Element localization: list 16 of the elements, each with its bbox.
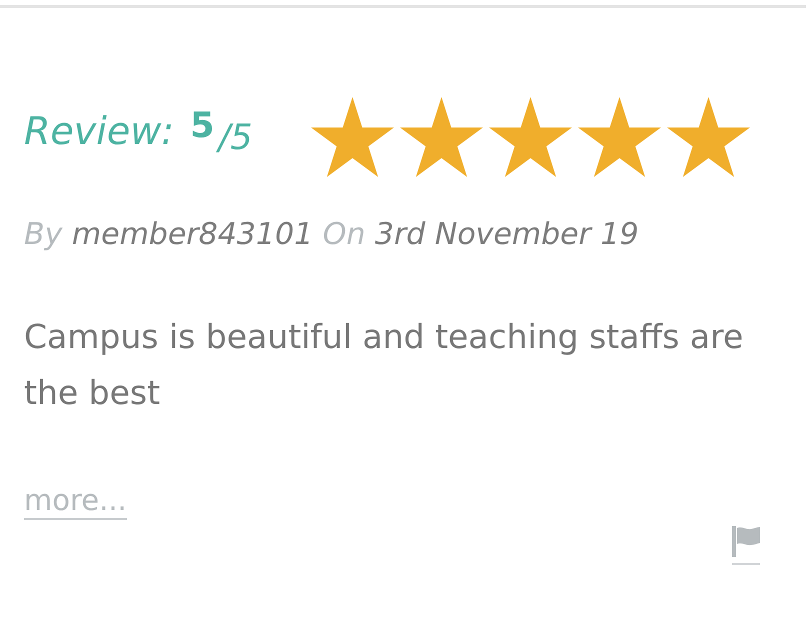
byline-on: On <box>322 217 366 252</box>
review-score-total: /5 <box>218 118 253 158</box>
review-score: 5 <box>190 106 214 146</box>
review-date: 3rd November 19 <box>374 217 639 252</box>
star-icon <box>310 97 394 177</box>
byline-prefix: By <box>24 217 62 252</box>
flag-button[interactable] <box>732 526 760 565</box>
author-name: member843101 <box>72 217 314 252</box>
flag-icon <box>732 526 760 557</box>
more-link[interactable]: more... <box>24 483 127 520</box>
comment-text: Campus is beautiful and teaching staffs are the best <box>24 316 744 414</box>
star-icon <box>488 97 572 177</box>
review-label: Review: <box>24 109 174 153</box>
star-icon <box>400 97 483 177</box>
star-icon <box>666 97 750 177</box>
star-icon <box>578 97 661 177</box>
